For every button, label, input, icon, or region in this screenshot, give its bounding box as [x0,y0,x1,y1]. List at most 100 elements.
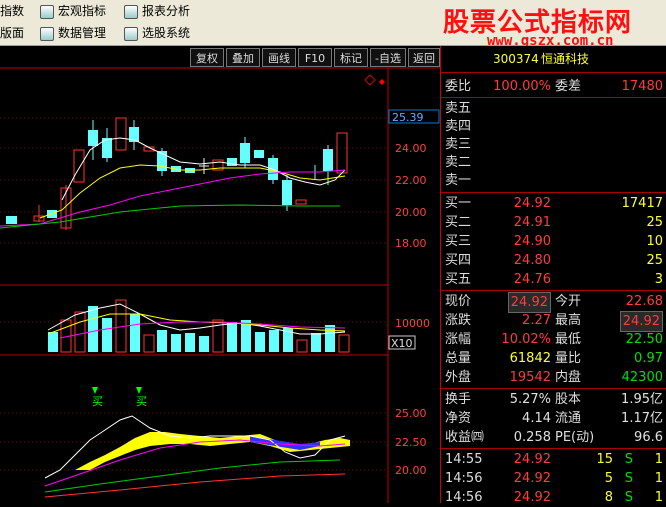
buy-price: 24.76 [513,272,551,287]
menu-screen[interactable]: 选股系统 [124,23,190,43]
stat-label: 内盘 [555,370,582,385]
stat-row: 外盘 19542 内盘 42300 [441,368,666,387]
report-icon [124,4,138,19]
fin-value: 1.17亿 [621,411,663,426]
weicha-value: 17480 [621,79,663,94]
sell-row: 卖二 [441,153,666,172]
candles [6,117,348,230]
tick-side: S [624,490,633,505]
tick-count: 1 [654,471,663,486]
buy-level-label: 买三 [445,234,472,249]
current-price-label: 25.39 [392,111,424,124]
fin-value: 0.258 [513,430,551,445]
menu-report[interactable]: 报表分析 [124,1,190,21]
stat-value: 42300 [621,370,663,385]
tick-count: 1 [654,490,663,505]
buy-price: 24.92 [513,196,551,211]
sell-row: 卖五 [441,99,666,118]
tick-price: 24.92 [513,471,551,486]
sell-label: 卖一 [445,173,472,188]
quote-panel: 300374 恒通科技 委比 100.00% 委差 17480 卖五 卖四 卖三… [440,46,666,505]
tick-volume: 8 [604,490,613,505]
kline-chart[interactable]: 24.00 22.00 20.00 18.00 10000 25.00 22.5… [0,47,440,503]
buy-signal: 买 [136,387,147,408]
menu-layout-label: 版面 [0,26,25,40]
buy-price: 24.80 [513,253,551,268]
menu-data-label: 数据管理 [58,26,107,40]
stat-row: 涨幅 10.02% 最低 22.50 [441,330,666,349]
stat-value: 22.50 [625,332,663,347]
sell-label: 卖四 [445,119,472,134]
stat-label: 涨跌 [445,313,472,328]
fin-value: 1.95亿 [621,392,663,407]
stat-label: 现价 [445,294,472,309]
menu-layout[interactable]: 版面 [0,23,24,43]
fin-row: 净资 4.14 流通 1.17亿 [441,409,666,428]
sell-label: 卖二 [445,155,472,170]
fin-value: 5.27% [509,392,551,407]
tick-time: 14:55 [445,452,483,467]
diamond-icon [364,74,376,86]
buy-volume: 25 [646,215,663,230]
tick-side: S [624,471,633,486]
buy-level-label: 买五 [445,272,472,287]
fin-label: PE(动) [555,430,595,445]
stock-header: 300374 恒通科技 [441,52,666,66]
menu-data[interactable]: 数据管理 [40,23,106,43]
price-tick: 24.00 [395,142,427,155]
menu-macro[interactable]: 宏观指标 [40,1,106,21]
price-tick: 22.00 [395,174,427,187]
menu-screen-label: 选股系统 [142,26,191,40]
fin-label: 净资 [445,411,472,426]
price-tick: 20.00 [395,206,427,219]
tick-row: 14:56 24.92 5 S 1 [441,469,666,488]
tick-time: 14:56 [445,490,483,505]
candle [254,150,264,158]
candle [240,143,250,163]
buy-volume: 17417 [621,196,663,211]
buy-price: 24.90 [513,234,551,249]
stat-value: 0.97 [634,351,663,366]
sell-row: 卖三 [441,135,666,154]
menu-macro-label: 宏观指标 [58,4,107,18]
tick-volume: 15 [596,452,613,467]
stock-name: 恒通科技 [541,52,590,66]
sell-label: 卖五 [445,101,472,116]
weibi-value: 100.00% [493,79,551,94]
stat-label: 今开 [555,294,582,309]
buy-volume: 3 [654,272,663,287]
buy-row: 买一 24.92 17417 [441,194,666,213]
stat-label: 最高 [555,313,582,328]
menu-index[interactable]: 指数 [0,1,24,21]
macro-icon [40,4,54,19]
tick-row: 14:55 24.92 15 S 1 [441,450,666,469]
buy-row: 买五 24.76 3 [441,270,666,289]
menu-report-label: 报表分析 [142,4,191,18]
stat-row: 涨跌 2.27 最高 24.92 [441,311,666,332]
tick-count: 1 [654,452,663,467]
tick-price: 24.92 [513,490,551,505]
sell-label: 卖三 [445,137,472,152]
stat-value: 24.92 [507,292,551,313]
stat-row: 现价 24.92 今开 22.68 [441,292,666,313]
fin-label: 收益㈣ [445,430,485,445]
sell-row: 卖一 [441,171,666,190]
screen-icon [124,26,138,41]
stat-value: 24.92 [619,311,663,332]
indicator-tick: 20.00 [395,464,427,477]
indicator-bands [75,432,350,470]
tick-price: 24.92 [513,452,551,467]
buy-level-label: 买二 [445,215,472,230]
diamond-icon [379,79,385,85]
candle [88,130,98,146]
fin-value: 4.14 [522,411,551,426]
price-tick: 18.00 [395,237,427,250]
fin-label: 股本 [555,392,582,407]
weibi-label: 委比 [445,79,472,94]
fin-row: 收益㈣ 0.258 PE(动) 96.6 [441,428,666,447]
buy-arrow-icon [136,387,142,394]
buy-arrow-icon [92,387,98,394]
sell-row: 卖四 [441,117,666,136]
candle [295,199,307,205]
tick-row: 14:56 24.92 8 S 1 [441,488,666,507]
